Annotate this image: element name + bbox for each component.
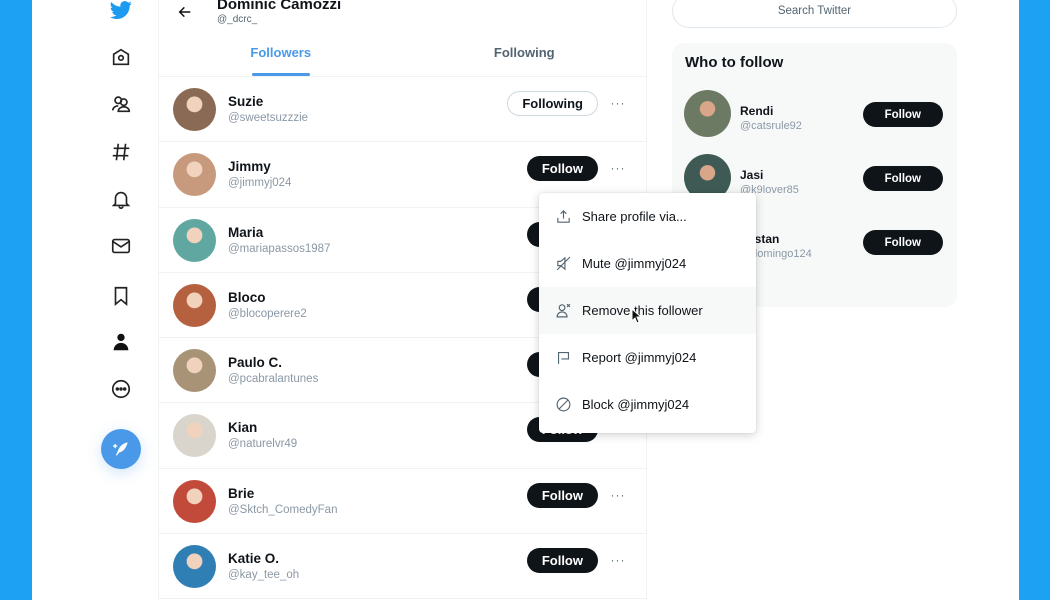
follower-name[interactable]: Bloco xyxy=(228,290,266,305)
suggested-user-name[interactable]: Rendi xyxy=(740,104,773,118)
bookmarks-icon[interactable] xyxy=(106,281,136,311)
menu-item-remove-follower[interactable]: Remove this follower xyxy=(539,287,756,334)
arrow-left-icon xyxy=(178,6,191,18)
who-to-follow-title: Who to follow xyxy=(685,54,784,71)
follow-button[interactable]: Follow xyxy=(862,230,943,255)
follower-row[interactable]: Brie @Sktch_ComedyFan Follow ··· xyxy=(159,469,646,535)
compose-tweet-button[interactable] xyxy=(101,429,141,469)
profile-person-icon[interactable] xyxy=(106,327,136,357)
follow-tabs: Followers Following xyxy=(159,32,646,77)
menu-item-report[interactable]: Report @jimmyj024 xyxy=(539,334,756,381)
follower-context-menu: Share profile via... Mute @jimmyj024 Rem… xyxy=(539,193,756,433)
follower-handle: @pcabralantunes xyxy=(228,373,319,386)
follower-name[interactable]: Suzie xyxy=(228,94,263,109)
search-input[interactable]: Search Twitter xyxy=(672,0,957,28)
tab-followers[interactable]: Followers xyxy=(159,32,403,76)
follower-handle: @blocoperere2 xyxy=(228,307,307,320)
follower-name[interactable]: Brie xyxy=(228,486,254,501)
follow-button[interactable]: Follow xyxy=(526,156,598,182)
avatar[interactable] xyxy=(173,349,216,393)
followers-column: Dominic Camozzi @_dcrc_ Followers Follow… xyxy=(158,0,756,600)
background-right xyxy=(1019,0,1050,600)
menu-item-label: Block @jimmyj024 xyxy=(582,397,690,412)
more-circle-icon[interactable] xyxy=(106,374,136,404)
tab-following-label: Following xyxy=(493,44,555,60)
follower-handle: @mariapassos1987 xyxy=(228,242,331,255)
avatar[interactable] xyxy=(684,90,731,137)
menu-item-label: Share profile via... xyxy=(582,209,687,224)
avatar[interactable] xyxy=(173,153,216,197)
profile-name: Dominic Camozzi xyxy=(217,0,342,13)
menu-item-label: Mute @jimmyj024 xyxy=(582,256,687,271)
follower-handle: @kay_tee_oh xyxy=(228,569,300,582)
avatar[interactable] xyxy=(173,414,216,458)
more-options-button[interactable]: ··· xyxy=(608,160,628,176)
avatar[interactable] xyxy=(173,545,216,589)
follow-button[interactable]: Follow xyxy=(526,482,598,508)
block-icon xyxy=(554,396,572,414)
home-icon[interactable] xyxy=(106,42,136,72)
suggested-user-name[interactable]: Jasi xyxy=(740,168,763,182)
following-button[interactable]: Following xyxy=(507,91,598,116)
follower-name[interactable]: Jimmy xyxy=(228,159,271,174)
sidebar-nav xyxy=(32,0,158,600)
more-options-button[interactable]: ··· xyxy=(608,95,628,111)
follower-handle: @Sktch_ComedyFan xyxy=(228,503,338,516)
search-placeholder: Search Twitter xyxy=(777,5,852,17)
tab-followers-label: Followers xyxy=(250,44,312,60)
follower-row[interactable]: Suzie @sweetsuzzzie Following ··· xyxy=(159,77,646,143)
menu-item-label: Report @jimmyj024 xyxy=(582,350,697,365)
avatar[interactable] xyxy=(173,283,216,327)
suggested-user-handle: @catsrule92 xyxy=(740,120,802,132)
tab-following[interactable]: Following xyxy=(403,32,647,76)
follower-name[interactable]: Maria xyxy=(228,225,263,240)
notifications-bell-icon[interactable] xyxy=(106,184,136,214)
menu-item-share-profile[interactable]: Share profile via... xyxy=(539,193,756,240)
back-button[interactable] xyxy=(175,2,195,22)
avatar[interactable] xyxy=(173,218,216,262)
mute-icon xyxy=(554,255,572,273)
explore-hashtag-icon[interactable] xyxy=(106,137,136,167)
twitter-logo-icon[interactable] xyxy=(106,0,136,25)
more-options-button[interactable]: ··· xyxy=(608,552,628,568)
follower-name[interactable]: Kian xyxy=(228,420,257,435)
menu-item-mute[interactable]: Mute @jimmyj024 xyxy=(539,240,756,287)
profile-header: Dominic Camozzi @_dcrc_ xyxy=(159,0,646,32)
follow-button[interactable]: Follow xyxy=(862,166,943,191)
follow-button[interactable]: Follow xyxy=(526,548,598,574)
remove-follower-icon xyxy=(554,302,572,320)
background-left xyxy=(0,0,32,600)
avatar[interactable] xyxy=(173,88,216,131)
share-upload-icon xyxy=(554,208,572,226)
follow-button[interactable]: Follow xyxy=(862,102,943,127)
communities-icon[interactable] xyxy=(106,89,136,119)
follower-handle: @sweetsuzzzie xyxy=(228,112,309,124)
follower-row[interactable]: Katie O. @kay_tee_oh Follow ··· xyxy=(159,534,646,600)
menu-item-block[interactable]: Block @jimmyj024 xyxy=(539,381,756,428)
follower-name[interactable]: Paulo C. xyxy=(228,355,282,370)
messages-envelope-icon[interactable] xyxy=(106,231,136,261)
suggested-user-row[interactable]: Rendi @catsrule92 Follow xyxy=(672,90,957,140)
mouse-cursor-icon xyxy=(631,307,643,329)
avatar[interactable] xyxy=(173,479,216,523)
profile-handle: @_dcrc_ xyxy=(217,14,258,25)
more-options-button[interactable]: ··· xyxy=(608,487,628,503)
follower-handle: @jimmyj024 xyxy=(228,177,292,190)
compose-feather-icon xyxy=(113,442,128,456)
twitter-app: Dominic Camozzi @_dcrc_ Followers Follow… xyxy=(32,0,1019,600)
report-flag-icon xyxy=(554,349,572,367)
follower-name[interactable]: Katie O. xyxy=(228,551,279,566)
follower-handle: @naturelvr49 xyxy=(228,438,298,451)
